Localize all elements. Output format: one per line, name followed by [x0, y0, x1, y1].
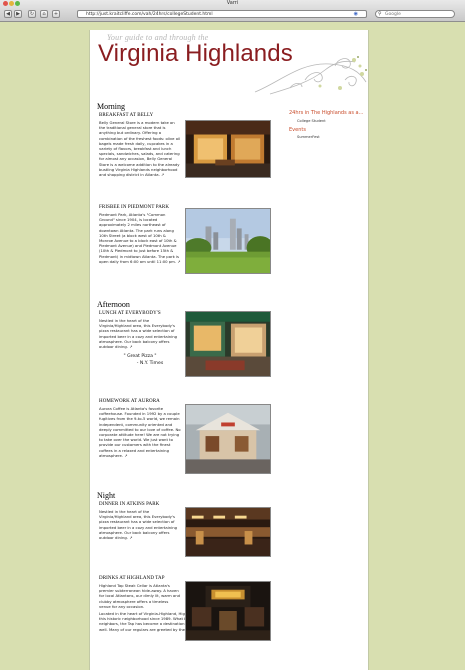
dinner-text: Nestled in the heart of the Virginia/Hig… [99, 509, 178, 541]
back-button[interactable]: ◀ [4, 10, 12, 18]
homework-text: Aurora Coffee is Atlanta's favorite coff… [99, 406, 181, 458]
site-header: Your guide to and through the Virginia H… [90, 30, 368, 98]
breakfast-item: BREAKFAST AT BELLY Belly General Store i… [99, 113, 272, 205]
atkins-park-photo [185, 507, 271, 557]
close-window-button[interactable] [3, 1, 8, 6]
rss-icon[interactable]: ◉ [354, 11, 358, 17]
sidebar-events-heading[interactable]: Events [289, 127, 367, 133]
zoom-window-button[interactable] [15, 1, 20, 6]
section-afternoon-heading: Afternoon [97, 300, 130, 309]
browser-toolbar: ◀ ▶ ↻ ⌂ + http://just.kraitcliffe.com/va… [0, 7, 465, 21]
section-morning-heading: Morning [97, 102, 125, 111]
sidebar-link-summerfest[interactable]: SummerFest [297, 135, 367, 139]
breakfast-text: Belly General Store is a modern take on … [99, 120, 181, 178]
sidebar: 24hrs in The Highlands as a... College S… [289, 110, 367, 143]
breakfast-title: BREAKFAST AT BELLY [99, 113, 154, 118]
home-button[interactable]: ⌂ [40, 10, 48, 18]
forward-button[interactable]: ▶ [14, 10, 22, 18]
search-placeholder: Google [385, 12, 401, 17]
homework-item: HOMEWORK AT AURORA Aurora Coffee is Atla… [99, 399, 272, 487]
link-icon[interactable]: ↗ [124, 453, 127, 458]
link-icon[interactable]: ↗ [129, 344, 132, 349]
review-quote: " Great Pizza " [123, 354, 157, 360]
frisbee-text: Piedmont Park, Atlanta's "Common Ground"… [99, 212, 181, 264]
url-text: http://just.kraitcliffe.com/vah/24hrs/co… [86, 12, 213, 17]
reload-button[interactable]: ↻ [28, 10, 36, 18]
sidebar-link-24hrs[interactable]: 24hrs in The Highlands as a... [289, 110, 367, 116]
title-bar: Varri [0, 0, 465, 7]
aurora-coffee-photo [185, 404, 271, 474]
dinner-item: DINNER IN ATKINS PARK Nestled in the hea… [99, 502, 272, 576]
lunch-text: Nestled in the heart of the Virginia/Hig… [99, 318, 178, 350]
link-icon[interactable]: ↗ [161, 172, 164, 177]
address-bar[interactable]: http://just.kraitcliffe.com/vah/24hrs/co… [77, 10, 367, 18]
add-bookmark-button[interactable]: + [52, 10, 60, 18]
lunch-item: LUNCH AT EVERYBODY'S Nestled in the hear… [99, 311, 272, 399]
search-icon: ⚲ [378, 11, 382, 17]
everybodys-pizza-photo [185, 311, 271, 377]
minimize-window-button[interactable] [9, 1, 14, 6]
link-icon[interactable]: ↗ [129, 535, 132, 540]
drinks-text: Highland Tap Steak Cellar is Atlanta's p… [99, 583, 181, 609]
review-quote-source: - N.Y. Times [136, 361, 164, 367]
piedmont-park-photo [185, 208, 271, 274]
section-night-heading: Night [97, 491, 116, 500]
drinks-item: DRINKS AT HIGHLAND TAP Highland Tap Stea… [99, 576, 272, 670]
floral-swirl-decoration [254, 56, 367, 95]
frisbee-item: FRISBEE IN PIEDMONT PARK Piedmont Park, … [99, 205, 272, 300]
main-content: Morning BREAKFAST AT BELLY Belly General… [97, 102, 272, 670]
highland-tap-photo [185, 581, 271, 641]
belly-store-photo [185, 120, 271, 178]
sidebar-link-college-student[interactable]: College Student [297, 119, 367, 123]
browser-chrome: Varri ◀ ▶ ↻ ⌂ + http://just.kraitcliffe.… [0, 0, 465, 22]
window-title: Varri [226, 0, 239, 6]
link-icon[interactable]: ↗ [177, 259, 180, 264]
search-field[interactable]: ⚲ Google [375, 10, 455, 18]
web-page: Your guide to and through the Virginia H… [89, 30, 369, 670]
